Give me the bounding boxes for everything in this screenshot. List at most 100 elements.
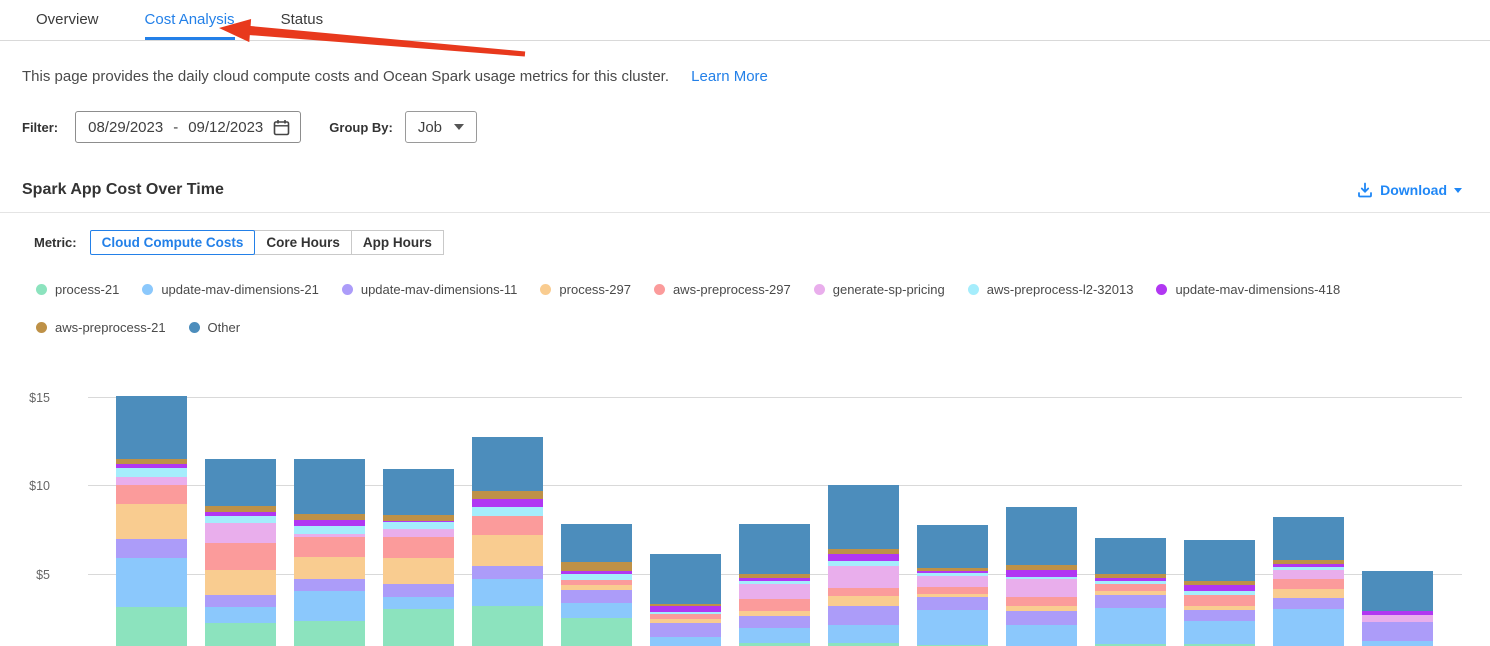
legend-item-aws-preprocess-297[interactable]: aws-preprocess-297 (654, 282, 791, 297)
bar-segment-aws-preprocess-l2-32013[interactable] (205, 516, 276, 523)
bar-segment-aws-preprocess-297[interactable] (1184, 595, 1255, 606)
bar-segment-process-297[interactable] (472, 535, 543, 566)
bar-segment-generate-sp-pricing[interactable] (383, 529, 454, 537)
bar-segment-update-mav-dimensions-21[interactable] (739, 628, 810, 643)
bar-segment-Other[interactable] (917, 525, 988, 568)
bar-segment-update-mav-dimensions-418[interactable] (116, 464, 187, 468)
bar-segment-process-21[interactable] (205, 623, 276, 646)
bar-segment-update-mav-dimensions-21[interactable] (294, 591, 365, 621)
bar-segment-aws-preprocess-21[interactable] (561, 562, 632, 571)
bar-segment-update-mav-dimensions-11[interactable] (561, 590, 632, 603)
bar-segment-process-297[interactable] (739, 611, 810, 616)
bar-segment-generate-sp-pricing[interactable] (828, 566, 899, 588)
bar-segment-aws-preprocess-l2-32013[interactable] (116, 468, 187, 477)
bar-segment-update-mav-dimensions-21[interactable] (917, 610, 988, 645)
bar-segment-process-297[interactable] (917, 594, 988, 597)
bar-segment-update-mav-dimensions-11[interactable] (917, 597, 988, 610)
bar-segment-aws-preprocess-297[interactable] (294, 537, 365, 557)
bar-segment-aws-preprocess-21[interactable] (1095, 574, 1166, 578)
bar-segment-generate-sp-pricing[interactable] (1006, 579, 1077, 597)
bar-segment-aws-preprocess-21[interactable] (294, 514, 365, 520)
bar-segment-aws-preprocess-l2-32013[interactable] (561, 574, 632, 580)
bar-segment-aws-preprocess-21[interactable] (650, 604, 721, 606)
bar-segment-update-mav-dimensions-21[interactable] (1184, 621, 1255, 644)
date-range-picker[interactable]: 08/29/2023 - 09/12/2023 (75, 111, 301, 143)
bar-segment-update-mav-dimensions-418[interactable] (1273, 564, 1344, 567)
tab-cost-analysis[interactable]: Cost Analysis (145, 1, 235, 40)
tab-overview[interactable]: Overview (36, 1, 99, 40)
metric-button-cloud-compute-costs[interactable]: Cloud Compute Costs (90, 230, 256, 255)
bar-segment-aws-preprocess-297[interactable] (917, 587, 988, 594)
bar-segment-aws-preprocess-l2-32013[interactable] (1095, 581, 1166, 584)
bar-segment-Other[interactable] (294, 459, 365, 514)
bar-segment-update-mav-dimensions-21[interactable] (383, 597, 454, 609)
bar-segment-Other[interactable] (650, 554, 721, 604)
legend-item-update-mav-dimensions-11[interactable]: update-mav-dimensions-11 (342, 282, 518, 297)
bar-segment-update-mav-dimensions-21[interactable] (650, 637, 721, 646)
bar-segment-update-mav-dimensions-418[interactable] (650, 606, 721, 612)
bar-segment-Other[interactable] (1362, 571, 1433, 611)
bar-segment-process-21[interactable] (116, 607, 187, 646)
metric-button-core-hours[interactable]: Core Hours (254, 230, 352, 255)
bar-segment-update-mav-dimensions-11[interactable] (1184, 610, 1255, 621)
bar-segment-update-mav-dimensions-418[interactable] (205, 512, 276, 516)
bar-segment-process-297[interactable] (1184, 606, 1255, 610)
bar-segment-aws-preprocess-21[interactable] (1273, 560, 1344, 564)
legend-item-generate-sp-pricing[interactable]: generate-sp-pricing (814, 282, 945, 297)
legend-item-update-mav-dimensions-21[interactable]: update-mav-dimensions-21 (142, 282, 319, 297)
bar-segment-aws-preprocess-21[interactable] (1006, 565, 1077, 570)
bar-segment-aws-preprocess-21[interactable] (739, 574, 810, 578)
bar-segment-aws-preprocess-l2-32013[interactable] (1006, 577, 1077, 579)
bar-segment-update-mav-dimensions-21[interactable] (1006, 625, 1077, 646)
bar-segment-update-mav-dimensions-11[interactable] (1362, 622, 1433, 641)
bar-segment-aws-preprocess-297[interactable] (561, 580, 632, 585)
bar-segment-process-21[interactable] (294, 621, 365, 646)
legend-item-process-21[interactable]: process-21 (36, 282, 119, 297)
bar-segment-update-mav-dimensions-418[interactable] (1095, 578, 1166, 581)
download-button[interactable]: Download (1357, 182, 1462, 198)
group-by-select[interactable]: Job (405, 111, 477, 143)
bar-segment-aws-preprocess-297[interactable] (472, 516, 543, 535)
bar-segment-process-21[interactable] (383, 609, 454, 646)
bar-segment-process-21[interactable] (561, 618, 632, 646)
bar-segment-update-mav-dimensions-11[interactable] (1095, 595, 1166, 608)
bar-segment-process-297[interactable] (205, 570, 276, 595)
bar-segment-aws-preprocess-297[interactable] (1273, 579, 1344, 589)
bar-segment-update-mav-dimensions-11[interactable] (294, 579, 365, 591)
bar-segment-generate-sp-pricing[interactable] (739, 584, 810, 599)
bar-segment-generate-sp-pricing[interactable] (1273, 570, 1344, 579)
bar-segment-Other[interactable] (1184, 540, 1255, 581)
bar-segment-aws-preprocess-l2-32013[interactable] (472, 507, 543, 516)
bar-segment-update-mav-dimensions-418[interactable] (917, 571, 988, 573)
bar-segment-Other[interactable] (739, 524, 810, 574)
bar-segment-aws-preprocess-l2-32013[interactable] (650, 612, 721, 614)
bar-segment-update-mav-dimensions-418[interactable] (294, 520, 365, 526)
bar-segment-update-mav-dimensions-11[interactable] (1006, 611, 1077, 625)
bar-segment-update-mav-dimensions-21[interactable] (472, 579, 543, 606)
bar-segment-aws-preprocess-21[interactable] (383, 515, 454, 521)
bar-segment-aws-preprocess-297[interactable] (383, 537, 454, 558)
bar-segment-aws-preprocess-21[interactable] (1184, 581, 1255, 585)
bar-segment-update-mav-dimensions-11[interactable] (472, 566, 543, 579)
bar-segment-Other[interactable] (828, 485, 899, 549)
bar-segment-process-297[interactable] (116, 504, 187, 539)
learn-more-link[interactable]: Learn More (691, 68, 768, 85)
bar-segment-update-mav-dimensions-11[interactable] (650, 623, 721, 637)
bar-segment-update-mav-dimensions-21[interactable] (1273, 609, 1344, 646)
bar-segment-update-mav-dimensions-21[interactable] (116, 558, 187, 607)
bar-segment-aws-preprocess-297[interactable] (1006, 597, 1077, 606)
bar-segment-process-297[interactable] (383, 558, 454, 584)
bar-segment-Other[interactable] (1095, 538, 1166, 574)
bar-segment-Other[interactable] (383, 469, 454, 515)
bar-segment-update-mav-dimensions-418[interactable] (739, 578, 810, 581)
bar-segment-update-mav-dimensions-418[interactable] (383, 521, 454, 522)
bar-segment-aws-preprocess-21[interactable] (828, 549, 899, 554)
bar-segment-aws-preprocess-21[interactable] (917, 568, 988, 571)
bar-segment-aws-preprocess-297[interactable] (650, 614, 721, 619)
bar-segment-process-297[interactable] (650, 619, 721, 623)
bar-segment-aws-preprocess-l2-32013[interactable] (294, 526, 365, 534)
legend-item-update-mav-dimensions-418[interactable]: update-mav-dimensions-418 (1156, 282, 1340, 297)
bar-segment-process-297[interactable] (1273, 589, 1344, 598)
legend-item-Other[interactable]: Other (189, 320, 241, 335)
bar-segment-generate-sp-pricing[interactable] (116, 477, 187, 485)
